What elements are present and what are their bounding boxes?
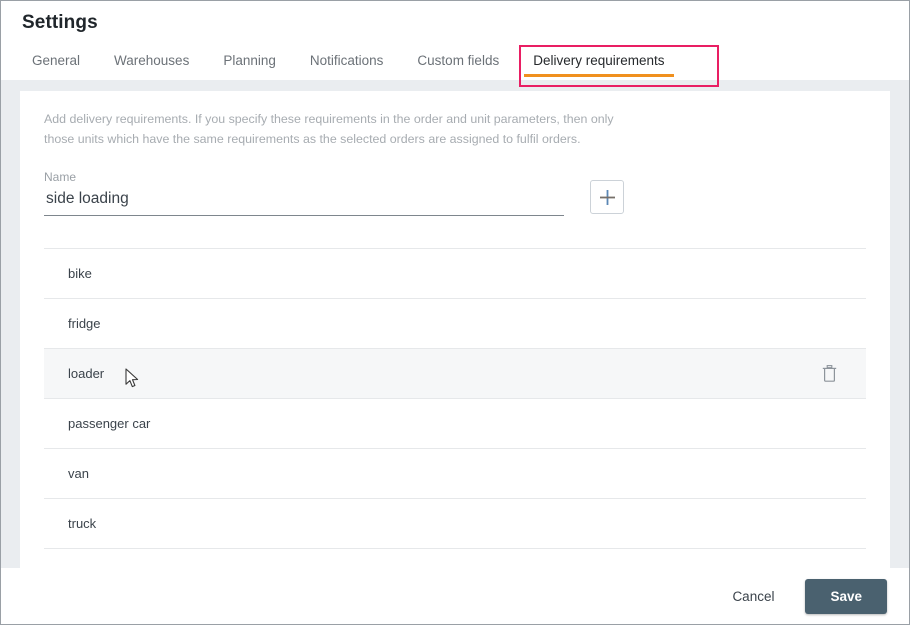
requirement-name: truck (68, 516, 97, 532)
section-description: Add delivery requirements. If you specif… (44, 112, 614, 147)
name-field-label: Name (44, 170, 77, 185)
tab-custom-fields[interactable]: Custom fields (400, 41, 516, 80)
requirement-name: fridge (68, 316, 101, 332)
trash-icon[interactable] (819, 364, 839, 384)
requirement-name: van (68, 466, 89, 482)
settings-tab-bar: General Warehouses Planning Notifications Cu… (1, 41, 909, 80)
page-title: Settings (22, 12, 98, 33)
requirement-row[interactable]: passenger car (44, 399, 866, 450)
name-input[interactable] (44, 190, 564, 217)
tab-delivery-requirements[interactable]: Delivery requirements (516, 41, 681, 80)
requirement-row[interactable]: truck (44, 499, 866, 550)
tab-planning[interactable]: Planning (206, 41, 293, 80)
delivery-requirements-card: Add delivery requirements. If you specif… (20, 91, 890, 568)
tab-label: Planning (223, 52, 276, 68)
dialog-footer: Cancel Save (1, 568, 909, 624)
card-inner: Add delivery requirements. If you specif… (20, 91, 890, 550)
tab-label: Delivery requirements (533, 52, 665, 68)
requirement-row[interactable]: bike (44, 249, 866, 300)
add-requirement-row: Name (44, 170, 866, 217)
save-button[interactable]: Save (805, 578, 887, 614)
settings-window: Settings General Warehouses Planning Notifi… (0, 0, 910, 625)
active-tab-underline (524, 74, 674, 77)
content-area: Add delivery requirements. If you specif… (1, 80, 909, 575)
requirement-name: bike (68, 266, 92, 282)
tab-general[interactable]: General (15, 41, 97, 80)
name-field-group: Name (44, 170, 564, 217)
tab-label: Notifications (309, 52, 384, 68)
requirement-name: loader (68, 366, 105, 382)
tab-warehouses[interactable]: Warehouses (97, 41, 206, 80)
tab-label: General (32, 52, 81, 68)
requirement-row[interactable]: fridge (44, 299, 866, 350)
add-requirement-button[interactable] (590, 180, 624, 215)
plus-icon (598, 188, 617, 207)
title-bar: Settings (1, 1, 909, 41)
tab-notifications[interactable]: Notifications (293, 41, 401, 80)
requirement-name: passenger car (68, 416, 151, 432)
requirement-row[interactable]: van (44, 449, 866, 500)
requirements-list: bike fridge loader passenger car van truck (44, 248, 866, 550)
tab-label: Custom fields (417, 52, 500, 68)
tab-label: Warehouses (114, 52, 190, 68)
requirement-row[interactable]: loader (44, 349, 866, 400)
cancel-button[interactable]: Cancel (718, 580, 788, 613)
